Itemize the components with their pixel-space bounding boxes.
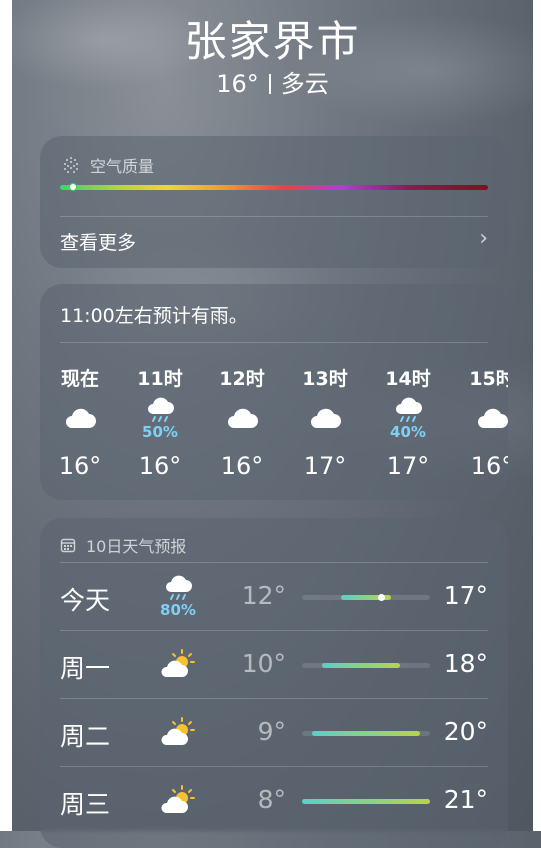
hour-temp: 17° — [303, 452, 347, 480]
high-temp: 17° — [443, 581, 488, 610]
calendar-icon — [60, 538, 76, 553]
hour-item: 现在 16° — [40, 366, 120, 486]
cloud-rain-icon: 80% — [158, 568, 198, 624]
air-quality-card[interactable]: 空气质量 查看更多 › — [40, 136, 508, 268]
hour-item: 12时 16° — [202, 366, 282, 486]
hour-temp: 16° — [470, 452, 508, 480]
temp-range-bar — [302, 799, 430, 804]
hourly-forecast-card[interactable]: 11:00左右预计有雨。 现在 16° 11时 50% 16° 12时 16° … — [40, 284, 508, 500]
hour-time: 12时 — [219, 368, 265, 390]
ten-day-title: 10日天气预报 — [86, 537, 187, 556]
chevron-right-icon[interactable]: › — [479, 228, 488, 250]
temp-range-fill — [302, 799, 430, 804]
day-name: 周一 — [60, 654, 111, 683]
divider — [60, 342, 488, 343]
hour-temp: 17° — [386, 452, 430, 480]
rain-summary: 11:00左右预计有雨。 — [60, 305, 248, 327]
high-temp: 21° — [443, 785, 488, 814]
cloud-icon — [285, 392, 365, 444]
see-more-link[interactable]: 查看更多 — [60, 228, 136, 255]
low-temp: 8° — [257, 785, 286, 814]
day-name: 周三 — [60, 790, 111, 819]
location-header: 张家界市 16° 多云 — [12, 14, 533, 98]
divider — [60, 216, 488, 217]
ten-day-header: 10日天气预报 — [60, 533, 186, 557]
day-row[interactable]: 周二 9° 20° — [40, 698, 508, 766]
day-row[interactable]: 今天 80% 12° 17° — [40, 562, 508, 630]
temp-range-bar — [302, 594, 430, 601]
temp-range-fill — [321, 663, 401, 668]
current-condition: 多云 — [280, 70, 329, 98]
cloud-icon — [40, 392, 120, 444]
current-temp-dot — [377, 594, 385, 601]
hour-time: 13时 — [302, 368, 348, 390]
low-temp: 10° — [241, 649, 286, 678]
hour-time: 11时 — [137, 368, 183, 390]
precip-chance: 50% — [142, 423, 178, 441]
ten-day-forecast-card[interactable]: 10日天气预报 今天 80% 12° 17° 周一 10° 18° 周二 9° … — [40, 518, 508, 848]
air-quality-header: 空气质量 — [62, 153, 154, 177]
temp-range-fill — [311, 731, 421, 736]
hour-time: 14时 — [385, 368, 431, 390]
hour-item: 13时 17° — [285, 366, 365, 486]
cloud-rain-icon: 50% — [120, 392, 200, 444]
left-edge — [0, 0, 12, 831]
high-temp: 20° — [443, 717, 488, 746]
hour-temp: 16° — [58, 452, 102, 480]
hour-item: 15时 16° — [452, 366, 508, 486]
cloud-rain-icon: 40% — [368, 392, 448, 444]
day-name: 今天 — [60, 586, 111, 615]
hour-item: 11时 50% 16° — [120, 366, 200, 486]
hour-item: 14时 40% 17° — [368, 366, 448, 486]
temp-range-bar — [302, 663, 430, 668]
cloud-icon — [202, 392, 282, 444]
partly-sunny-icon — [158, 636, 198, 692]
precip-chance: 80% — [160, 601, 196, 619]
hour-time: 现在 — [60, 368, 99, 390]
day-row[interactable]: 周一 10° 18° — [40, 630, 508, 698]
hour-temp: 16° — [138, 452, 182, 480]
city-name: 张家界市 — [184, 17, 361, 66]
high-temp: 18° — [443, 649, 488, 678]
current-temp: 16° — [216, 70, 259, 98]
day-row[interactable]: 周三 8° 21° — [40, 766, 508, 834]
hour-temp: 16° — [220, 452, 264, 480]
precip-chance: 40% — [390, 423, 426, 441]
low-temp: 9° — [257, 717, 286, 746]
partly-sunny-icon — [158, 772, 198, 828]
cloud-icon — [452, 392, 508, 444]
air-quality-title: 空气质量 — [90, 157, 155, 176]
air-quality-icon — [64, 157, 78, 173]
day-name: 周二 — [60, 722, 111, 751]
partly-sunny-icon — [158, 704, 198, 760]
low-temp: 12° — [241, 581, 286, 610]
separator — [268, 74, 271, 94]
air-quality-scale — [60, 183, 488, 191]
temp-range-bar — [302, 731, 430, 736]
right-edge — [533, 0, 541, 831]
air-quality-indicator — [68, 183, 77, 191]
hourly-scroller[interactable]: 现在 16° 11时 50% 16° 12时 16° 13时 17° 14时 4… — [40, 366, 508, 486]
current-summary: 16° 多云 — [12, 70, 533, 98]
hour-time: 15时 — [469, 368, 508, 390]
